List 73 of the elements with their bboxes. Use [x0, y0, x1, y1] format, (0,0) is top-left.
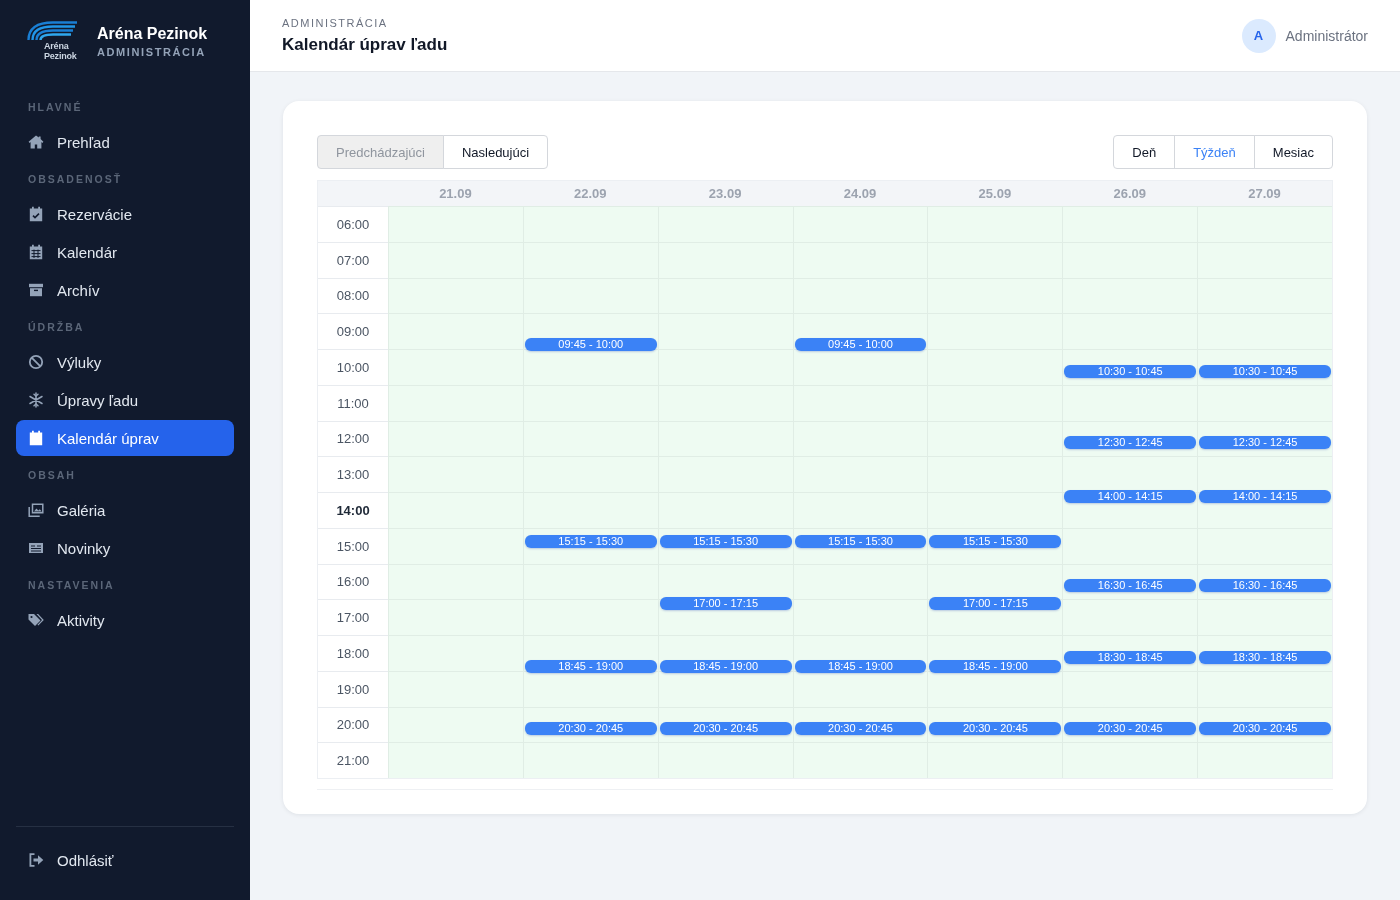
nav-item[interactable]: Archív — [16, 272, 234, 308]
maintenance-event[interactable]: 15:15 - 15:30 — [524, 534, 657, 548]
maintenance-event[interactable]: 18:30 - 18:45 — [1199, 650, 1331, 664]
maintenance-event[interactable]: 20:30 - 20:45 — [929, 722, 1062, 736]
view-button[interactable]: Týždeň — [1174, 135, 1255, 169]
maintenance-event[interactable]: 09:45 - 10:00 — [794, 338, 927, 352]
day-header: 25.09 — [977, 186, 1013, 201]
user-avatar[interactable]: A — [1241, 18, 1276, 53]
nav-item[interactable]: Kalendár úprav — [16, 420, 234, 456]
view-button[interactable]: Mesiac — [1253, 135, 1333, 169]
section-label: OBSAH — [27, 468, 77, 483]
calendar-grid-icon — [28, 244, 44, 260]
nav-item[interactable]: Výluky — [16, 344, 234, 380]
maintenance-event[interactable]: 10:30 - 10:45 — [1064, 364, 1197, 378]
sign-out-icon — [28, 852, 44, 868]
snowflake-icon — [28, 392, 44, 408]
day-header: 26.09 — [1112, 186, 1147, 201]
maintenance-event[interactable]: 17:00 - 17:15 — [659, 597, 792, 611]
section-label: HLAVNÉ — [27, 100, 84, 115]
maintenance-event[interactable]: 15:15 - 15:30 — [794, 534, 927, 548]
logo-text: Aréna Pezinok — [44, 41, 78, 61]
nav-item[interactable]: Kalendár — [16, 234, 234, 270]
newspaper-icon — [28, 540, 44, 556]
nav-button[interactable]: Nasledujúci — [442, 135, 549, 169]
maintenance-event[interactable]: 20:30 - 20:45 — [1064, 722, 1197, 736]
maintenance-event[interactable]: 20:30 - 20:45 — [1199, 722, 1331, 736]
nav-item[interactable]: Prehľad — [16, 124, 234, 160]
nav-item[interactable]: Rezervácie — [16, 196, 234, 232]
day-header: 21.09 — [438, 186, 473, 201]
maintenance-event[interactable]: 18:45 - 19:00 — [524, 659, 657, 673]
maintenance-event[interactable]: 14:00 - 14:15 — [1199, 489, 1331, 503]
maintenance-event[interactable]: 10:30 - 10:45 — [1199, 364, 1331, 378]
maintenance-event[interactable]: 18:45 - 19:00 — [794, 659, 927, 673]
view-button[interactable]: Deň — [1113, 135, 1176, 169]
maintenance-event[interactable]: 14:00 - 14:15 — [1064, 489, 1197, 503]
nav-item[interactable]: Úpravy ľadu — [16, 382, 234, 418]
section-label: ÚDRŽBA — [27, 320, 86, 335]
maintenance-event[interactable]: 15:15 - 15:30 — [929, 534, 1062, 548]
maintenance-event[interactable]: 16:30 - 16:45 — [1064, 579, 1197, 593]
page-title: Kalendár úprav ľadu — [282, 34, 448, 55]
calendar-icon — [28, 430, 44, 446]
maintenance-event[interactable]: 18:45 - 19:00 — [659, 659, 792, 673]
maintenance-event[interactable]: 12:30 - 12:45 — [1199, 436, 1331, 450]
archive-box-icon — [28, 282, 44, 298]
maintenance-event[interactable]: 09:45 - 10:00 — [524, 338, 657, 352]
maintenance-event[interactable]: 16:30 - 16:45 — [1199, 579, 1331, 593]
calendar-check-icon — [28, 206, 44, 222]
day-header: 27.09 — [1247, 186, 1282, 201]
maintenance-event[interactable]: 18:45 - 19:00 — [929, 659, 1062, 673]
maintenance-event[interactable]: 20:30 - 20:45 — [794, 722, 927, 736]
maintenance-event[interactable]: 15:15 - 15:30 — [659, 534, 792, 548]
day-header: 23.09 — [707, 186, 743, 201]
nav-item[interactable]: Novinky — [16, 530, 234, 566]
nav-item[interactable]: Aktivity — [16, 602, 234, 638]
images-icon — [28, 502, 44, 518]
maintenance-event[interactable]: 20:30 - 20:45 — [659, 722, 792, 736]
brand-subtitle: ADMINISTRÁCIA — [97, 45, 207, 58]
maintenance-event[interactable]: 12:30 - 12:45 — [1064, 436, 1197, 450]
prohibited-icon — [28, 354, 44, 370]
maintenance-event[interactable]: 20:30 - 20:45 — [524, 722, 657, 736]
maintenance-event[interactable]: 18:30 - 18:45 — [1064, 650, 1197, 664]
nav-item[interactable]: Galéria — [16, 492, 234, 528]
day-header: 22.09 — [573, 186, 608, 201]
tags-icon — [28, 612, 44, 628]
section-label: NASTAVENIA — [27, 578, 116, 593]
house-icon — [28, 134, 44, 150]
logout-item[interactable]: Odhlásiť — [16, 842, 234, 878]
breadcrumb-label: ADMINISTRÁCIA — [282, 16, 389, 29]
brand-name: Aréna Pezinok — [97, 24, 208, 43]
day-header: 24.09 — [842, 186, 878, 201]
section-label: OBSADENOSŤ — [27, 172, 124, 187]
user-name[interactable]: Administrátor — [1285, 27, 1368, 44]
maintenance-event[interactable]: 17:00 - 17:15 — [929, 597, 1062, 611]
